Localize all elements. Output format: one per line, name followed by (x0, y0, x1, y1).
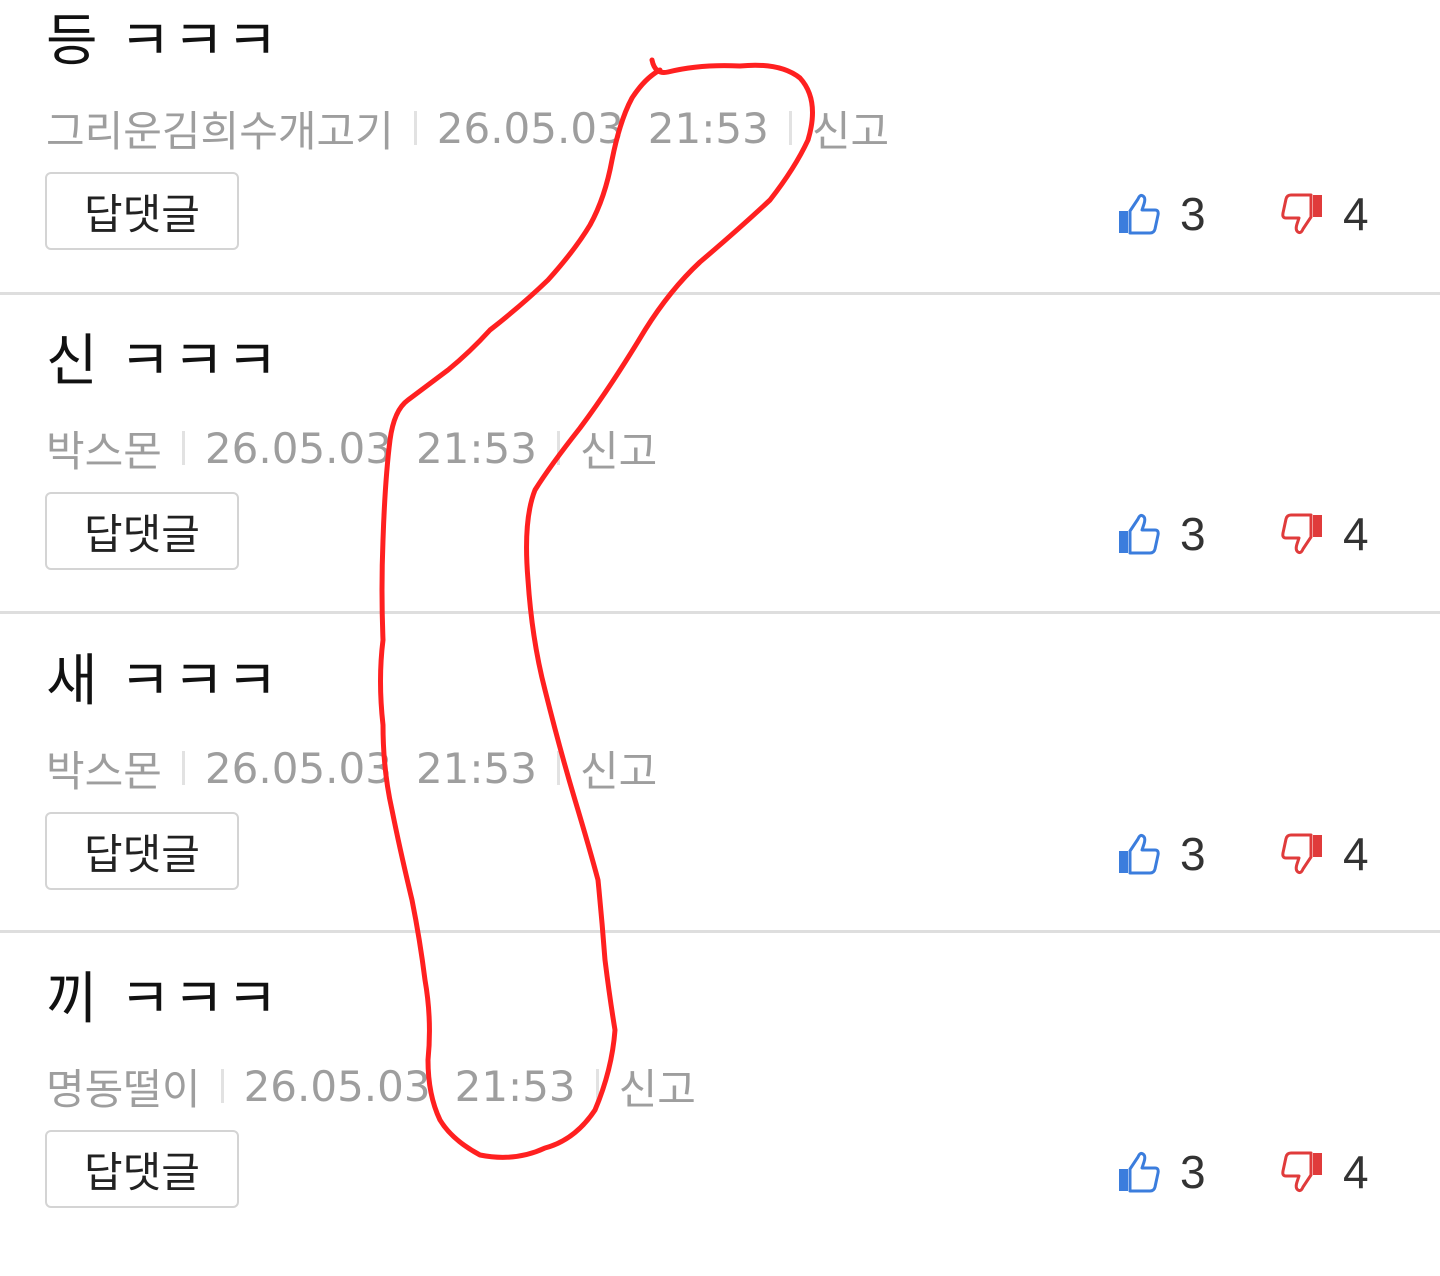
report-link[interactable]: 신고 (580, 418, 657, 479)
divider (0, 930, 1440, 933)
dislike-button[interactable]: 4 (1279, 188, 1369, 240)
comment-time: 21:53 (415, 423, 537, 473)
meta-separator (557, 431, 560, 465)
like-button[interactable]: 3 (1116, 1146, 1206, 1198)
thumbs-down-icon (1281, 513, 1322, 555)
divider (0, 611, 1440, 614)
like-count: 3 (1180, 1146, 1206, 1198)
comment-author[interactable]: 박스몬 (46, 738, 162, 799)
comment-text: 신 ㅋㅋㅋ (46, 329, 280, 394)
comment-meta: 그리운김희수개고기 26.05.03 21:53 신고 (46, 100, 889, 156)
dislike-count: 4 (1343, 828, 1369, 880)
comment-text: 끼 ㅋㅋㅋ (46, 967, 280, 1032)
report-link[interactable]: 신고 (812, 98, 889, 159)
comment-author[interactable]: 박스몬 (46, 418, 162, 479)
divider (0, 292, 1440, 295)
like-button[interactable]: 3 (1116, 828, 1206, 880)
comment-date: 26.05.03 (243, 1061, 431, 1111)
comment-meta: 박스몬 26.05.03 21:53 신고 (46, 740, 657, 796)
comment-text: 새 ㅋㅋㅋ (46, 649, 280, 714)
comment-meta: 박스몬 26.05.03 21:53 신고 (46, 420, 657, 476)
thumbs-down-icon (1281, 1151, 1322, 1193)
like-button[interactable]: 3 (1116, 188, 1206, 240)
meta-separator (595, 1069, 599, 1103)
meta-separator (788, 111, 792, 145)
comment-item: 등 ㅋㅋㅋ 그리운김희수개고기 26.05.03 21:53 신고 답댓글 3 … (0, 0, 1440, 318)
thumbs-down-icon (1281, 833, 1322, 875)
comment-date: 26.05.03 (204, 743, 392, 793)
dislike-count: 4 (1343, 188, 1369, 240)
comment-author[interactable]: 명동떨이 (46, 1056, 201, 1117)
comment-item: 신 ㅋㅋㅋ 박스몬 26.05.03 21:53 신고 답댓글 3 4 (0, 320, 1440, 638)
comment-text: 등 ㅋㅋㅋ (46, 9, 280, 74)
comment-item: 새 ㅋㅋㅋ 박스몬 26.05.03 21:53 신고 답댓글 3 4 (0, 640, 1440, 958)
report-link[interactable]: 신고 (619, 1056, 696, 1117)
reply-button[interactable]: 답댓글 (45, 812, 239, 890)
thumbs-down-icon (1281, 193, 1322, 235)
comment-time: 21:53 (454, 1061, 576, 1111)
report-link[interactable]: 신고 (580, 738, 657, 799)
meta-separator (181, 751, 185, 785)
reply-button[interactable]: 답댓글 (45, 1130, 239, 1208)
reply-button[interactable]: 답댓글 (45, 172, 239, 250)
comment-date: 26.05.03 (204, 423, 392, 473)
thumbs-up-icon (1119, 193, 1160, 235)
dislike-count: 4 (1343, 1146, 1369, 1198)
meta-separator (181, 431, 185, 465)
like-count: 3 (1180, 828, 1206, 880)
comment-item: 끼 ㅋㅋㅋ 명동떨이 26.05.03 21:53 신고 답댓글 3 4 (0, 958, 1440, 1276)
comment-meta: 명동떨이 26.05.03 21:53 신고 (46, 1058, 696, 1114)
comment-date: 26.05.03 (436, 103, 624, 153)
reply-button[interactable]: 답댓글 (45, 492, 239, 570)
dislike-button[interactable]: 4 (1279, 1146, 1369, 1198)
meta-separator (413, 111, 417, 145)
thumbs-up-icon (1119, 513, 1160, 555)
like-count: 3 (1180, 188, 1206, 240)
meta-separator (220, 1069, 224, 1103)
thumbs-up-icon (1119, 833, 1160, 875)
comment-time: 21:53 (647, 103, 769, 153)
dislike-count: 4 (1343, 508, 1369, 560)
thumbs-up-icon (1119, 1151, 1160, 1193)
like-button[interactable]: 3 (1116, 508, 1206, 560)
dislike-button[interactable]: 4 (1279, 508, 1369, 560)
like-count: 3 (1180, 508, 1206, 560)
comment-author[interactable]: 그리운김희수개고기 (46, 98, 394, 159)
dislike-button[interactable]: 4 (1279, 828, 1369, 880)
comment-time: 21:53 (415, 743, 537, 793)
meta-separator (557, 751, 560, 785)
